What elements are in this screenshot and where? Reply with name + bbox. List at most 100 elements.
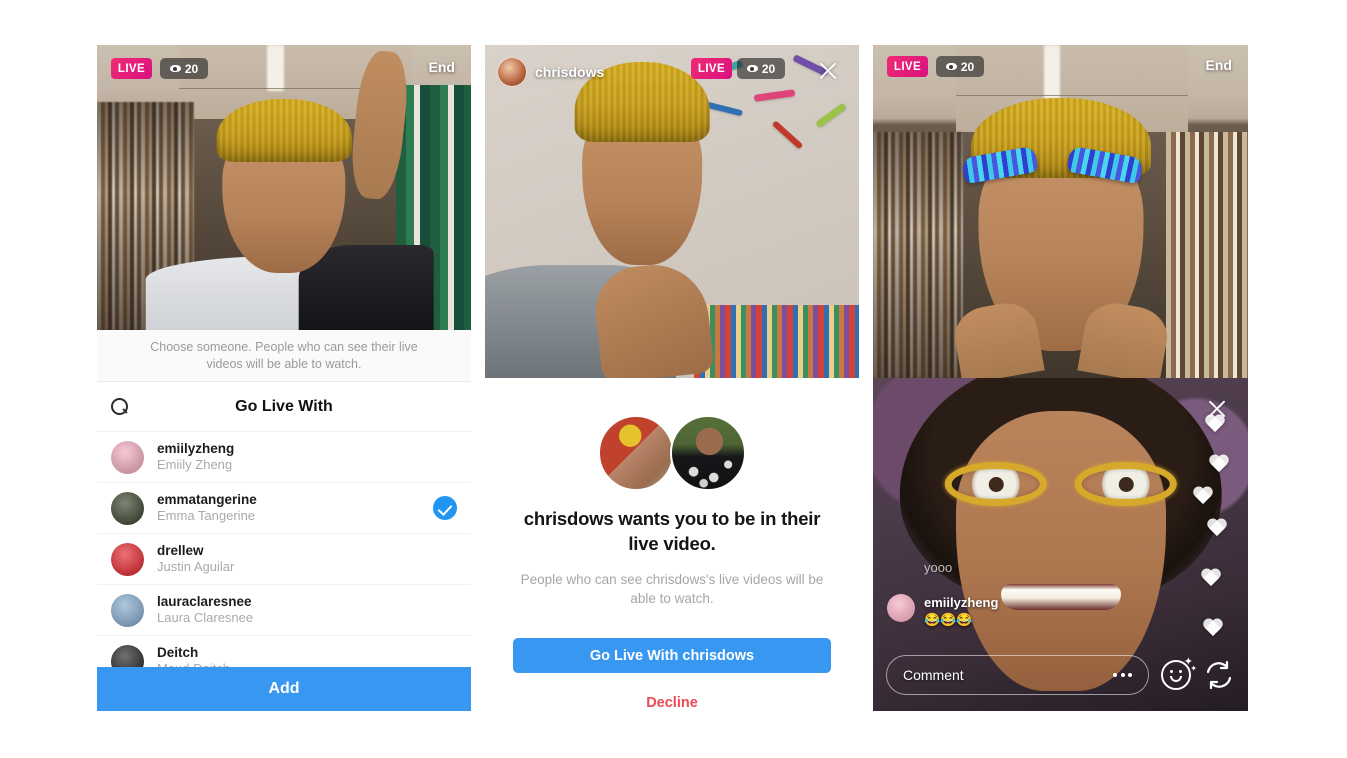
comment-body: yooo: [924, 559, 952, 576]
avatar-pair: [598, 415, 746, 491]
avatar: [497, 57, 527, 87]
heart-icon: [1204, 415, 1226, 435]
viewer-count-value: 20: [184, 61, 199, 76]
invitation-subtitle: People who can see chrisdows's live vide…: [520, 572, 824, 607]
comment-item: yooo: [887, 559, 1137, 587]
glasses-filter: [944, 461, 1177, 507]
comment-bar: Comment ✦ ✦: [886, 655, 1235, 695]
selected-check-icon[interactable]: [433, 496, 457, 520]
viewer-count: 20: [737, 58, 785, 79]
go-live-with-header: Go Live With: [97, 382, 471, 432]
invitation-title: chrisdows wants you to be in their live …: [523, 508, 821, 555]
viewer-count: 20: [160, 58, 208, 79]
viewer-count-value: 20: [761, 61, 776, 76]
pointing-arm: [591, 259, 715, 378]
list-item[interactable]: emiilyzheng Emiily Zheng: [97, 432, 471, 483]
host-figure: [873, 45, 1248, 378]
live-video-preview-1: LIVE 20 End: [97, 45, 471, 330]
avatar: [111, 644, 144, 667]
username: emmatangerine: [157, 492, 257, 507]
floating-hearts: [1186, 415, 1232, 655]
eye-icon: [945, 61, 957, 72]
end-broadcast-button[interactable]: End: [429, 59, 455, 75]
search-icon[interactable]: [111, 397, 129, 416]
decline-button[interactable]: Decline: [646, 695, 698, 711]
avatar: [111, 593, 144, 627]
go-live-with-title: Go Live With: [235, 397, 333, 415]
close-icon[interactable]: [815, 58, 841, 84]
comment-text: 😂😂😂: [924, 612, 973, 627]
comment-item: emiilyzheng 😂😂😂: [887, 594, 1137, 628]
sparkle-small-icon: ✦: [1190, 664, 1197, 673]
flip-camera-icon[interactable]: [1203, 660, 1235, 690]
face-effects-icon[interactable]: ✦ ✦: [1161, 657, 1197, 690]
fullname: Emma Tangerine: [157, 508, 256, 523]
list-item[interactable]: drellew Justin Aguilar: [97, 534, 471, 585]
heart-icon: [1192, 487, 1214, 507]
eye-icon: [169, 63, 181, 74]
heart-icon: [1206, 519, 1228, 539]
picker-hint-text: Choose someone. People who can see their…: [150, 339, 418, 371]
list-item[interactable]: emmatangerine Emma Tangerine: [97, 483, 471, 534]
comment-input[interactable]: Comment: [886, 655, 1149, 695]
comment-item: [887, 524, 1137, 552]
broadcaster-figure: [97, 45, 471, 330]
screenshot-stage: LIVE 20 End Choose someone. People who c…: [0, 0, 1347, 758]
add-button[interactable]: Add: [97, 667, 471, 711]
live-video-host-feed: LIVE 20 End: [873, 45, 1248, 378]
avatar-placeholder: [887, 524, 915, 552]
avatar: [111, 491, 144, 525]
go-live-accept-button[interactable]: Go Live With chrisdows: [513, 638, 831, 673]
panel-go-live-with-picker: LIVE 20 End Choose someone. People who c…: [97, 45, 471, 711]
eye-icon: [746, 63, 758, 74]
broadcaster-figure-2: [485, 45, 859, 378]
avatar-guest: [670, 415, 746, 491]
comment-placeholder: Comment: [903, 667, 964, 683]
list-item[interactable]: DeitchMaud Deitch: [97, 636, 471, 667]
user-list[interactable]: emiilyzheng Emiily Zheng emmatangerine Emma…: [97, 432, 471, 667]
list-item-text: emmatangerine Emma Tangerine: [157, 492, 433, 524]
comment-username: emiilyzheng: [924, 595, 999, 610]
live-video-guest-feed: yooo emiilyzheng 😂😂😂 Comment ✦ ✦: [873, 378, 1248, 711]
avatar: [887, 594, 915, 622]
glasses-lens-right: [1074, 462, 1177, 507]
comment-text: yooo: [924, 560, 953, 575]
panel-live-invitation: chrisdows LIVE 20 chrisdows wants you to…: [485, 45, 859, 711]
invitation-body: chrisdows wants you to be in their live …: [485, 378, 859, 711]
list-item[interactable]: lauraclaresnee Laura Claresnee: [97, 585, 471, 636]
picker-hint-bar: Choose someone. People who can see their…: [97, 330, 471, 382]
fullname: Emiily Zheng: [157, 457, 233, 472]
viewer-count: 20: [936, 56, 984, 77]
heart-icon: [1208, 455, 1230, 475]
avatar-broadcaster: [598, 415, 674, 491]
comment-feed: yooo emiilyzheng 😂😂😂: [887, 524, 1137, 635]
avatar: [111, 440, 144, 474]
avatar: [111, 542, 144, 576]
comment-body: emiilyzheng 😂😂😂: [924, 594, 998, 628]
broadcaster-username: chrisdows: [535, 64, 605, 80]
beanie-hat: [216, 99, 352, 162]
username: drellew: [157, 543, 204, 558]
raised-arm: [347, 48, 412, 202]
live-badge: LIVE: [691, 58, 732, 79]
glasses-lens-left: [944, 462, 1047, 507]
list-item-text: DeitchMaud Deitch: [157, 645, 457, 667]
live-badge: LIVE: [887, 56, 928, 77]
username: emiilyzheng: [157, 441, 235, 456]
username: lauraclaresnee: [157, 594, 252, 609]
list-item-text: lauraclaresnee Laura Claresnee: [157, 594, 457, 626]
avatar-placeholder: [887, 559, 915, 587]
heart-icon: [1202, 619, 1224, 639]
more-options-icon[interactable]: [1113, 673, 1132, 677]
list-item-text: drellew Justin Aguilar: [157, 543, 457, 575]
live-badge: LIVE: [111, 58, 152, 79]
end-broadcast-button[interactable]: End: [1206, 57, 1232, 73]
live-video-preview-2: chrisdows LIVE 20: [485, 45, 859, 378]
username: Deitch: [157, 645, 199, 660]
fullname: Laura Claresnee: [157, 610, 254, 625]
heart-icon: [1200, 569, 1222, 589]
fullname: Justin Aguilar: [157, 559, 235, 574]
panel-live-split-broadcast: LIVE 20 End yooo emiilyzheng 😂😂😂 Comment…: [873, 45, 1248, 711]
list-item-text: emiilyzheng Emiily Zheng: [157, 441, 457, 473]
broadcaster-identity[interactable]: chrisdows: [497, 57, 604, 87]
